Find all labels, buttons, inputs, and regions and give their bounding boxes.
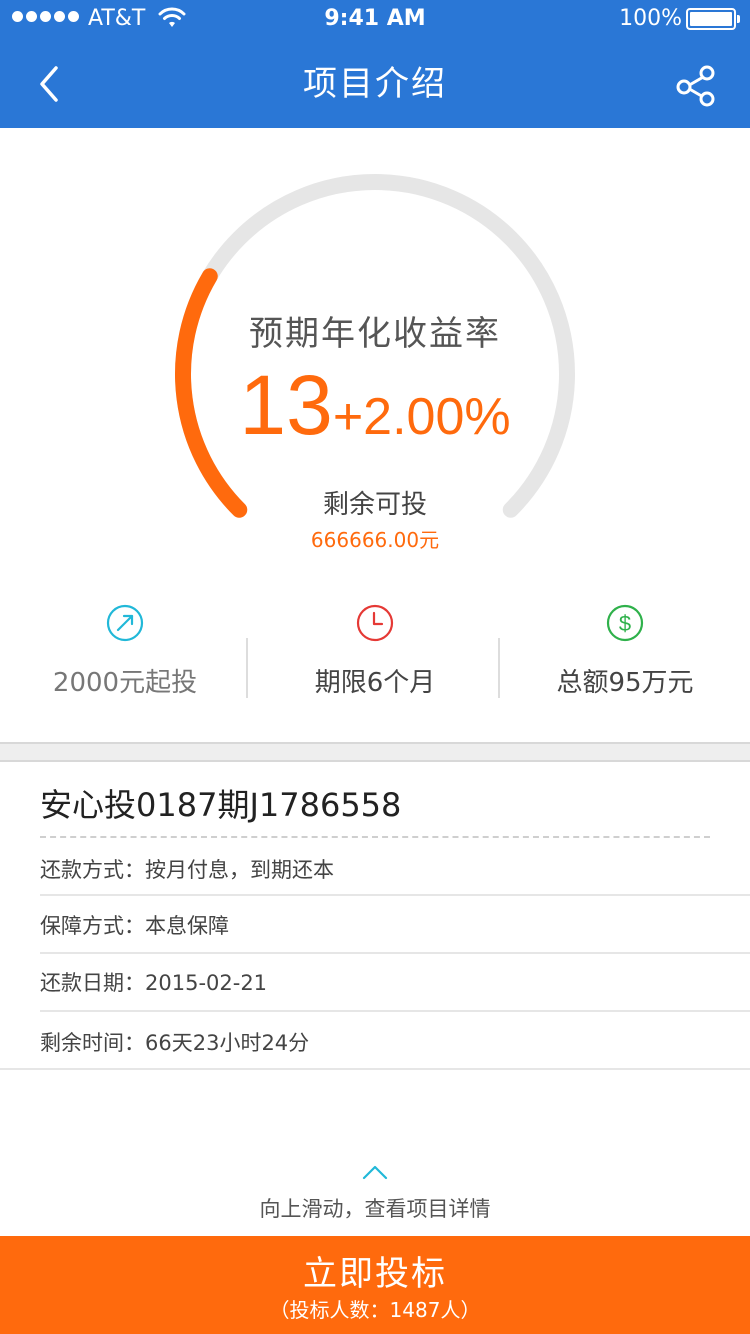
page-title: 项目介绍 [303, 64, 447, 104]
feature-row: 2000元起投 期限6个月 $ 总额95万元 [0, 600, 750, 710]
invest-button-label: 立即投标 [303, 1254, 447, 1294]
share-icon[interactable] [670, 58, 724, 112]
battery-percentage: 100% [619, 6, 682, 31]
project-title: 安心投0187期J1786558 [40, 786, 402, 824]
arrow-up-right-icon [106, 604, 144, 642]
rate-main: 13 [239, 358, 333, 452]
battery-icon [686, 8, 740, 30]
detail-row-guarantee-method: 保障方式：本息保障 [40, 914, 229, 938]
feature-text: 总额95万元 [556, 668, 694, 698]
detail-row-remaining-time: 剩余时间：66天23小时24分 [40, 1031, 310, 1055]
header: AT&T 9:41 AM 100% 项目介绍 [0, 0, 750, 128]
row-divider [40, 952, 750, 954]
gauge-label: 预期年化收益率 [249, 314, 501, 354]
status-bar: AT&T 9:41 AM 100% [0, 0, 750, 40]
invest-now-button[interactable]: 立即投标 （投标人数：1487人） [0, 1236, 750, 1334]
feature-min-investment: 2000元起投 [0, 600, 250, 710]
remaining-label: 剩余可投 [322, 490, 427, 520]
feature-divider [498, 638, 500, 698]
section-divider [0, 742, 750, 762]
rate-extra: +2.00% [332, 388, 511, 446]
detail-row-repayment-method: 还款方式：按月付息，到期还本 [40, 858, 334, 882]
dollar-icon: $ [606, 604, 644, 642]
feature-text: 2000元起投 [52, 668, 198, 698]
yield-gauge: 预期年化收益率 13+2.00% 剩余可投 666666.00元 [0, 128, 750, 558]
row-divider [40, 1010, 750, 1012]
detail-row-repayment-date: 还款日期：2015-02-21 [40, 971, 268, 995]
row-divider [0, 1068, 750, 1070]
clock-icon [356, 604, 394, 642]
remaining-value: 666666.00元 [310, 528, 440, 552]
dashed-divider [40, 836, 710, 838]
feature-term: 期限6个月 [250, 600, 500, 710]
nav-bar: 项目介绍 [0, 40, 750, 128]
svg-text:$: $ [619, 611, 631, 636]
swipe-hint[interactable]: 向上滑动，查看项目详情 [0, 1193, 750, 1223]
investor-count: （投标人数：1487人） [269, 1298, 481, 1322]
feature-divider [246, 638, 248, 698]
chevron-up-icon[interactable] [362, 1164, 388, 1180]
gauge-rate: 13+2.00% [0, 360, 750, 474]
feature-total-amount: $ 总额95万元 [500, 600, 750, 710]
feature-text: 期限6个月 [314, 668, 436, 698]
row-divider [40, 894, 750, 896]
